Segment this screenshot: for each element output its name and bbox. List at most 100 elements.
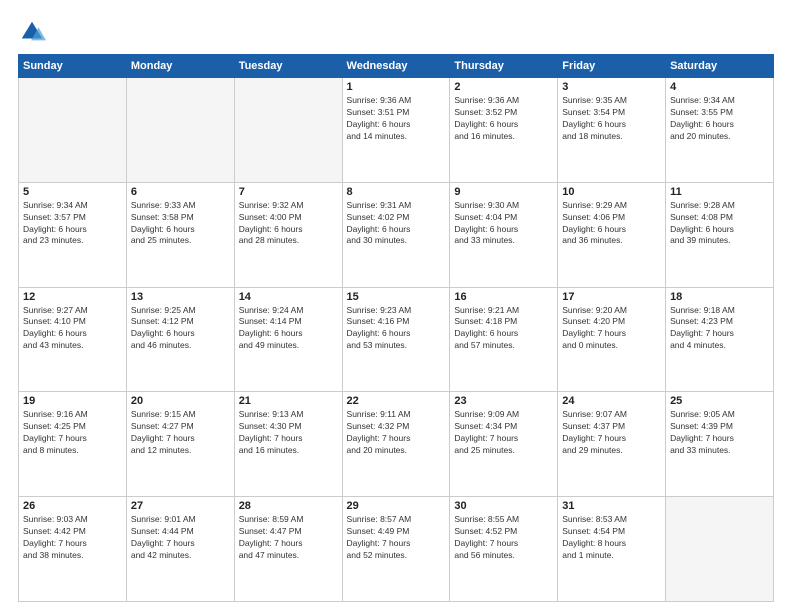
day-number: 18: [670, 291, 769, 303]
calendar-cell: 6Sunrise: 9:33 AM Sunset: 3:58 PM Daylig…: [126, 182, 234, 287]
calendar-week-4: 19 Sunrise: 9:16 AM Sunset: 4:25 PM Dayli…: [19, 392, 774, 497]
calendar-week-1: 1 Sunrise: 9:36 AM Sunset: 3:51 PM Daylig…: [19, 78, 774, 183]
day-info: Sunrise: 9:27 AM Sunset: 4:10 PM Dayligh…: [23, 305, 122, 353]
day-number: 10: [562, 186, 661, 198]
day-info: Sunrise: 9:29 AM Sunset: 4:06 PM Dayligh…: [562, 200, 661, 248]
calendar-cell: 16Sunrise: 9:21 AM Sunset: 4:18 PM Dayli…: [450, 287, 558, 392]
header: [18, 18, 774, 46]
day-info: Sunrise: 9:20 AM Sunset: 4:20 PM Dayligh…: [562, 305, 661, 353]
day-info: Sunrise: 9:25 AM Sunset: 4:12 PM Dayligh…: [131, 305, 230, 353]
day-info: Sunrise: 9:30 AM Sunset: 4:04 PM Dayligh…: [454, 200, 553, 248]
day-number: 14: [239, 291, 338, 303]
day-number: 22: [347, 395, 446, 407]
calendar-cell: 22 Sunrise: 9:11 AM Sunset: 4:32 PM Dayli…: [342, 392, 450, 497]
col-wednesday: Wednesday: [342, 55, 450, 78]
col-thursday: Thursday: [450, 55, 558, 78]
day-info: Sunrise: 9:33 AM Sunset: 3:58 PM Dayligh…: [131, 200, 230, 248]
col-friday: Friday: [558, 55, 666, 78]
day-info: Sunrise: 9:34 AM Sunset: 3:55 PM Dayligh…: [670, 95, 769, 143]
day-info: Sunrise: 9:01 AM Sunset: 4:44 PM Dayligh…: [131, 514, 230, 562]
day-info: Sunrise: 9:23 AM Sunset: 4:16 PM Dayligh…: [347, 305, 446, 353]
logo: [18, 18, 50, 46]
calendar-cell: 25Sunrise: 9:05 AM Sunset: 4:39 PM Dayli…: [666, 392, 774, 497]
calendar-cell: 4 Sunrise: 9:34 AM Sunset: 3:55 PM Daylig…: [666, 78, 774, 183]
day-info: Sunrise: 9:28 AM Sunset: 4:08 PM Dayligh…: [670, 200, 769, 248]
day-number: 30: [454, 500, 553, 512]
calendar-cell: 28 Sunrise: 8:59 AM Sunset: 4:47 PM Dayli…: [234, 497, 342, 602]
day-number: 15: [347, 291, 446, 303]
calendar-cell: 30 Sunrise: 8:55 AM Sunset: 4:52 PM Dayli…: [450, 497, 558, 602]
day-info: Sunrise: 9:11 AM Sunset: 4:32 PM Dayligh…: [347, 409, 446, 457]
calendar-cell: 2Sunrise: 9:36 AM Sunset: 3:52 PM Daylig…: [450, 78, 558, 183]
calendar-cell: [126, 78, 234, 183]
day-number: 19: [23, 395, 122, 407]
calendar-cell: 18 Sunrise: 9:18 AM Sunset: 4:23 PM Dayli…: [666, 287, 774, 392]
day-info: Sunrise: 8:53 AM Sunset: 4:54 PM Dayligh…: [562, 514, 661, 562]
day-info: Sunrise: 9:36 AM Sunset: 3:52 PM Dayligh…: [454, 95, 553, 143]
calendar-cell: 17 Sunrise: 9:20 AM Sunset: 4:20 PM Dayli…: [558, 287, 666, 392]
calendar-cell: 14Sunrise: 9:24 AM Sunset: 4:14 PM Dayli…: [234, 287, 342, 392]
day-info: Sunrise: 9:32 AM Sunset: 4:00 PM Dayligh…: [239, 200, 338, 248]
page: Sunday Monday Tuesday Wednesday Thursday…: [0, 0, 792, 612]
day-number: 20: [131, 395, 230, 407]
day-info: Sunrise: 9:18 AM Sunset: 4:23 PM Dayligh…: [670, 305, 769, 353]
calendar-cell: 29 Sunrise: 8:57 AM Sunset: 4:49 PM Dayli…: [342, 497, 450, 602]
calendar-cell: 24Sunrise: 9:07 AM Sunset: 4:37 PM Dayli…: [558, 392, 666, 497]
calendar-cell: 3 Sunrise: 9:35 AM Sunset: 3:54 PM Daylig…: [558, 78, 666, 183]
day-info: Sunrise: 9:34 AM Sunset: 3:57 PM Dayligh…: [23, 200, 122, 248]
calendar-cell: 19 Sunrise: 9:16 AM Sunset: 4:25 PM Dayli…: [19, 392, 127, 497]
calendar-week-5: 26Sunrise: 9:03 AM Sunset: 4:42 PM Dayli…: [19, 497, 774, 602]
calendar-cell: 12 Sunrise: 9:27 AM Sunset: 4:10 PM Dayli…: [19, 287, 127, 392]
logo-icon: [18, 18, 46, 46]
day-number: 9: [454, 186, 553, 198]
calendar-cell: 8Sunrise: 9:31 AM Sunset: 4:02 PM Daylig…: [342, 182, 450, 287]
day-number: 12: [23, 291, 122, 303]
day-number: 23: [454, 395, 553, 407]
calendar-cell: [234, 78, 342, 183]
day-number: 24: [562, 395, 661, 407]
calendar-cell: 31 Sunrise: 8:53 AM Sunset: 4:54 PM Dayli…: [558, 497, 666, 602]
col-monday: Monday: [126, 55, 234, 78]
day-number: 5: [23, 186, 122, 198]
calendar-cell: 20 Sunrise: 9:15 AM Sunset: 4:27 PM Dayli…: [126, 392, 234, 497]
calendar-cell: 27 Sunrise: 9:01 AM Sunset: 4:44 PM Dayli…: [126, 497, 234, 602]
day-number: 4: [670, 81, 769, 93]
day-info: Sunrise: 8:57 AM Sunset: 4:49 PM Dayligh…: [347, 514, 446, 562]
calendar-cell: 5 Sunrise: 9:34 AM Sunset: 3:57 PM Daylig…: [19, 182, 127, 287]
day-info: Sunrise: 9:15 AM Sunset: 4:27 PM Dayligh…: [131, 409, 230, 457]
day-info: Sunrise: 8:55 AM Sunset: 4:52 PM Dayligh…: [454, 514, 553, 562]
calendar-week-3: 12 Sunrise: 9:27 AM Sunset: 4:10 PM Dayli…: [19, 287, 774, 392]
calendar-week-2: 5 Sunrise: 9:34 AM Sunset: 3:57 PM Daylig…: [19, 182, 774, 287]
day-info: Sunrise: 9:16 AM Sunset: 4:25 PM Dayligh…: [23, 409, 122, 457]
day-info: Sunrise: 9:31 AM Sunset: 4:02 PM Dayligh…: [347, 200, 446, 248]
calendar-body: 1 Sunrise: 9:36 AM Sunset: 3:51 PM Daylig…: [19, 78, 774, 602]
calendar-cell: 15 Sunrise: 9:23 AM Sunset: 4:16 PM Dayli…: [342, 287, 450, 392]
day-number: 13: [131, 291, 230, 303]
calendar-cell: 26Sunrise: 9:03 AM Sunset: 4:42 PM Dayli…: [19, 497, 127, 602]
day-number: 28: [239, 500, 338, 512]
day-number: 1: [347, 81, 446, 93]
calendar-cell: 11 Sunrise: 9:28 AM Sunset: 4:08 PM Dayli…: [666, 182, 774, 287]
day-number: 11: [670, 186, 769, 198]
day-number: 3: [562, 81, 661, 93]
day-info: Sunrise: 8:59 AM Sunset: 4:47 PM Dayligh…: [239, 514, 338, 562]
day-info: Sunrise: 9:35 AM Sunset: 3:54 PM Dayligh…: [562, 95, 661, 143]
day-info: Sunrise: 9:36 AM Sunset: 3:51 PM Dayligh…: [347, 95, 446, 143]
day-info: Sunrise: 9:13 AM Sunset: 4:30 PM Dayligh…: [239, 409, 338, 457]
calendar-header: Sunday Monday Tuesday Wednesday Thursday…: [19, 55, 774, 78]
calendar-cell: 13 Sunrise: 9:25 AM Sunset: 4:12 PM Dayli…: [126, 287, 234, 392]
calendar-cell: [19, 78, 127, 183]
calendar-cell: 21Sunrise: 9:13 AM Sunset: 4:30 PM Dayli…: [234, 392, 342, 497]
day-number: 27: [131, 500, 230, 512]
day-number: 29: [347, 500, 446, 512]
day-number: 17: [562, 291, 661, 303]
calendar-cell: 10 Sunrise: 9:29 AM Sunset: 4:06 PM Dayli…: [558, 182, 666, 287]
day-info: Sunrise: 9:21 AM Sunset: 4:18 PM Dayligh…: [454, 305, 553, 353]
calendar-cell: [666, 497, 774, 602]
calendar-cell: 1 Sunrise: 9:36 AM Sunset: 3:51 PM Daylig…: [342, 78, 450, 183]
day-number: 25: [670, 395, 769, 407]
day-info: Sunrise: 9:03 AM Sunset: 4:42 PM Dayligh…: [23, 514, 122, 562]
calendar: Sunday Monday Tuesday Wednesday Thursday…: [18, 54, 774, 602]
weekday-row: Sunday Monday Tuesday Wednesday Thursday…: [19, 55, 774, 78]
day-number: 31: [562, 500, 661, 512]
